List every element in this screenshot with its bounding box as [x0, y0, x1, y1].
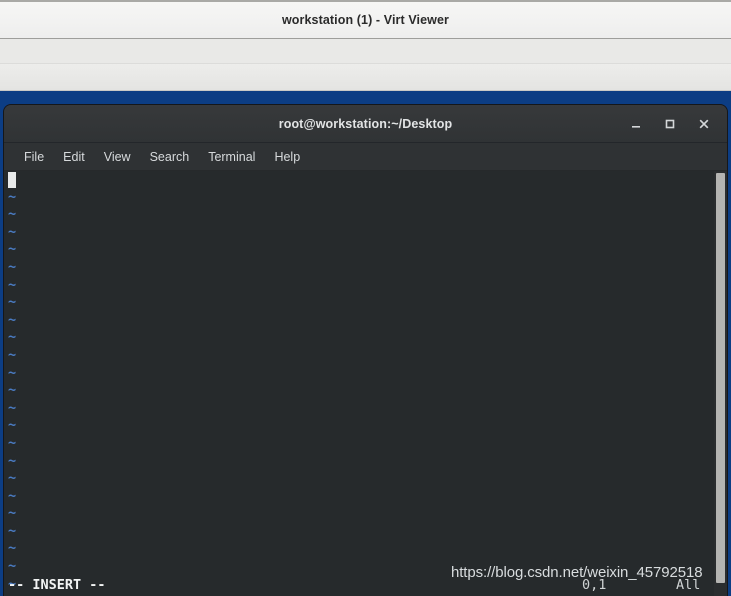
vim-tilde-marker: ~: [8, 470, 17, 487]
vim-empty-line: ~: [4, 189, 704, 207]
vim-tilde-marker: ~: [8, 346, 17, 363]
vm-display-area[interactable]: root@workstation:~/Desktop File Edit Vie…: [0, 91, 731, 596]
vim-tilde-marker: ~: [8, 241, 17, 258]
vim-empty-line: ~: [4, 400, 704, 418]
vim-empty-line: ~: [4, 347, 704, 365]
menu-item-help[interactable]: Help: [265, 148, 309, 166]
vim-empty-line: ~: [4, 540, 704, 558]
virt-viewer-window-title: workstation (1) - Virt Viewer: [281, 13, 450, 27]
vim-tilde-marker: ~: [8, 329, 17, 346]
vim-empty-line: ~: [4, 259, 704, 277]
vim-tilde-marker: ~: [8, 434, 17, 451]
vim-tilde-marker: ~: [8, 540, 17, 557]
vim-mode-indicator: -- INSERT --: [8, 577, 106, 593]
terminal-window-title: root@workstation:~/Desktop: [278, 116, 453, 131]
vim-empty-line: ~: [4, 435, 704, 453]
menu-item-view[interactable]: View: [95, 148, 140, 166]
terminal-titlebar[interactable]: root@workstation:~/Desktop: [4, 105, 727, 143]
maximize-button[interactable]: [653, 109, 687, 139]
menu-item-file[interactable]: File: [15, 148, 53, 166]
vim-empty-line: ~: [4, 365, 704, 383]
vim-tilde-marker: ~: [8, 294, 17, 311]
vim-tilde-marker: ~: [8, 364, 17, 381]
vim-tilde-marker: ~: [8, 505, 17, 522]
vim-empty-line: ~: [4, 224, 704, 242]
vim-cursor-line: [4, 171, 704, 189]
vim-empty-line: ~: [4, 241, 704, 259]
terminal-menubar: File Edit View Search Terminal Help: [4, 143, 727, 171]
vim-ruler-scroll: All: [676, 577, 701, 593]
vim-empty-line: ~: [4, 382, 704, 400]
terminal-scrollbar[interactable]: [714, 171, 727, 596]
vim-tilde-marker: ~: [8, 382, 17, 399]
vim-empty-line: ~: [4, 329, 704, 347]
virt-viewer-titlebar: workstation (1) - Virt Viewer: [0, 0, 731, 39]
maximize-icon: [665, 119, 675, 128]
vim-empty-line: ~: [4, 206, 704, 224]
vim-empty-line: ~: [4, 294, 704, 312]
vim-tilde-marker: ~: [8, 311, 17, 328]
vim-empty-line: ~: [4, 488, 704, 506]
close-icon: [699, 119, 709, 128]
vim-tilde-marker: ~: [8, 399, 17, 416]
vim-tilde-marker: ~: [8, 276, 17, 293]
vim-empty-line: ~: [4, 505, 704, 523]
menu-item-search[interactable]: Search: [141, 148, 199, 166]
vim-tilde-marker: ~: [8, 206, 17, 223]
vim-tilde-marker: ~: [8, 417, 17, 434]
vim-empty-line: ~: [4, 523, 704, 541]
window-controls: [619, 105, 721, 142]
vim-empty-line: ~: [4, 453, 704, 471]
vim-tilde-marker: ~: [8, 452, 17, 469]
vim-ruler-position: 0,1: [582, 577, 607, 593]
vim-empty-line: ~: [4, 312, 704, 330]
virt-viewer-toolbar[interactable]: [0, 64, 731, 91]
menu-item-terminal[interactable]: Terminal: [199, 148, 264, 166]
vim-tilde-marker: ~: [8, 558, 17, 575]
virt-viewer-menubar[interactable]: [0, 39, 731, 64]
menu-item-edit[interactable]: Edit: [54, 148, 94, 166]
minimize-button[interactable]: [619, 109, 653, 139]
vim-empty-line: ~: [4, 417, 704, 435]
minimize-icon: [632, 125, 640, 128]
vim-empty-lines: ~ ~ ~ ~ ~ ~ ~ ~ ~ ~ ~ ~ ~ ~ ~ ~ ~ ~ ~ ~ ~ ~ ~: [4, 171, 704, 593]
vim-tilde-marker: ~: [8, 188, 17, 205]
terminal-window[interactable]: root@workstation:~/Desktop File Edit Vie…: [4, 105, 727, 596]
vim-tilde-marker: ~: [8, 223, 17, 240]
vim-tilde-marker: ~: [8, 487, 17, 504]
close-button[interactable]: [687, 109, 721, 139]
screenshot-root: workstation (1) - Virt Viewer root@works…: [0, 0, 731, 596]
vim-empty-line: ~: [4, 277, 704, 295]
vim-tilde-marker: ~: [8, 258, 17, 275]
terminal-scrollbar-thumb[interactable]: [716, 173, 725, 583]
vim-tilde-marker: ~: [8, 522, 17, 539]
terminal-screen[interactable]: ~ ~ ~ ~ ~ ~ ~ ~ ~ ~ ~ ~ ~ ~ ~ ~ ~ ~ ~ ~ ~ ~ ~ -- INSERT -- 0,1…: [4, 171, 727, 596]
vim-empty-line: ~: [4, 470, 704, 488]
vim-status-line: -- INSERT -- 0,1 All: [4, 574, 727, 596]
